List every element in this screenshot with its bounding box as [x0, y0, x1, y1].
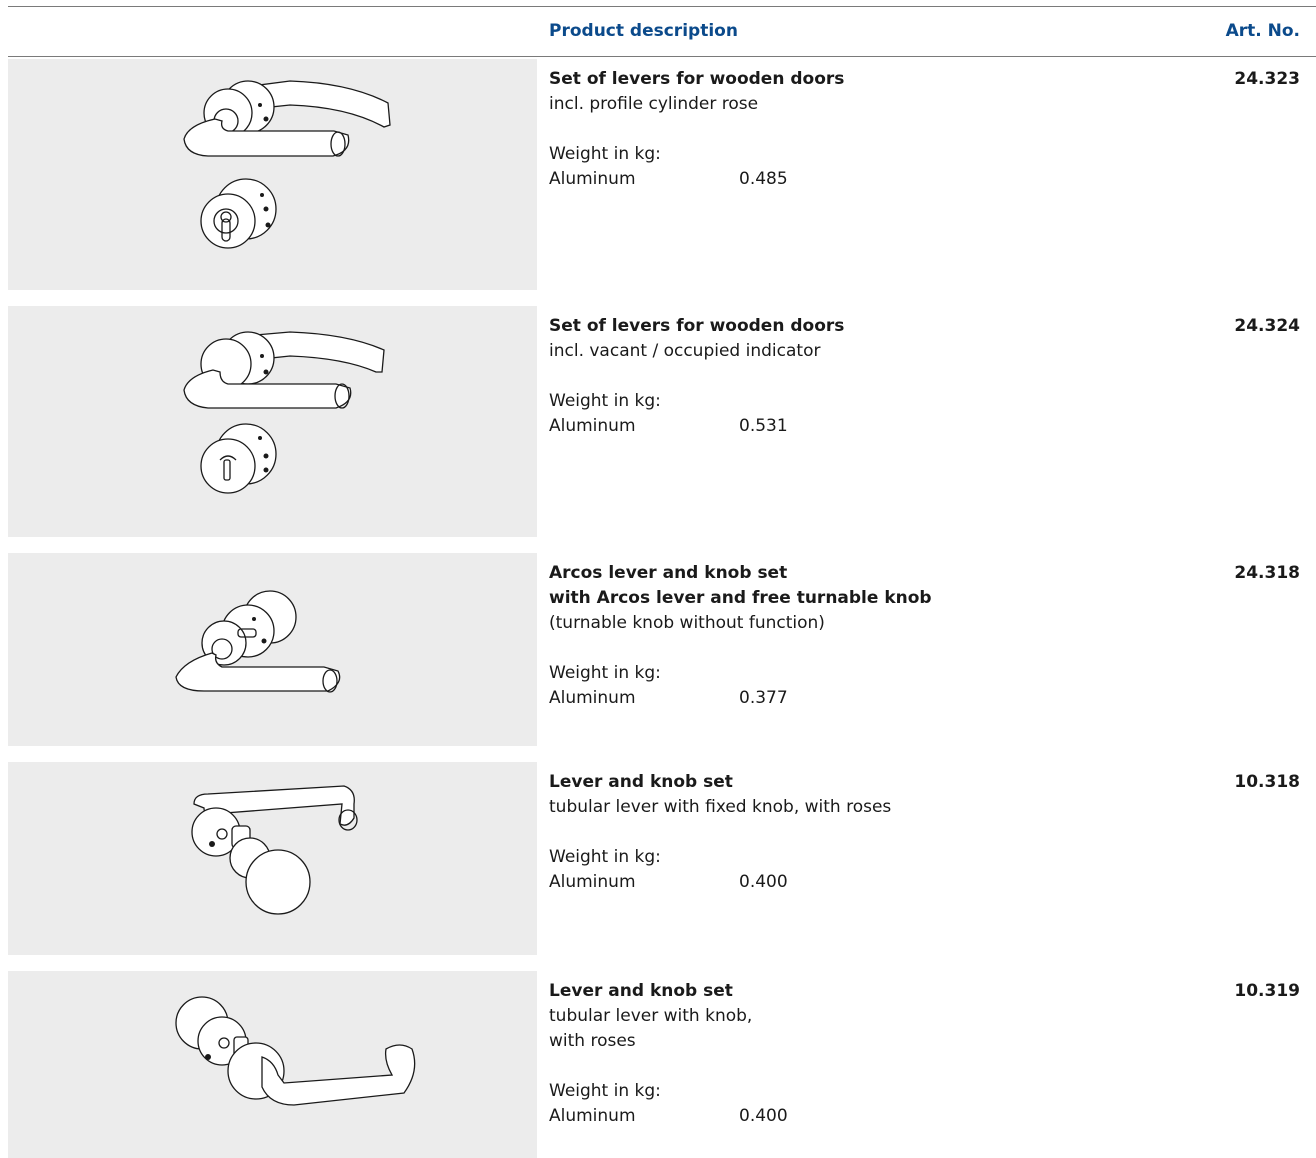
- product-description: Set of levers for wooden doors incl. vac…: [549, 314, 844, 439]
- product-subtitle: (turnable knob without function): [549, 613, 825, 633]
- lever-fixed-knob-illustration: [191, 785, 358, 915]
- weight-label: Weight in kg:: [549, 1081, 661, 1101]
- art-number: 10.318: [1234, 772, 1300, 792]
- product-image: [8, 59, 537, 290]
- art-number: 24.323: [1234, 69, 1300, 89]
- weight-label: Weight in kg:: [549, 391, 661, 411]
- art-number: 10.319: [1234, 981, 1300, 1001]
- product-subtitle: incl. profile cylinder rose: [549, 94, 759, 114]
- column-header-product-description: Product description: [549, 21, 738, 41]
- material: Aluminum: [549, 1106, 636, 1126]
- art-number: 24.318: [1234, 563, 1300, 583]
- weight-label: Weight in kg:: [549, 663, 661, 683]
- product-title: Lever and knob set: [549, 772, 733, 792]
- product-description: Arcos lever and knob set with Arcos leve…: [549, 561, 932, 711]
- product-title: Set of levers for wooden doors: [549, 69, 845, 89]
- material: Aluminum: [549, 169, 636, 189]
- arcos-lever-knob-illustration: [175, 590, 341, 693]
- top-rule: [8, 6, 1316, 7]
- product-description: Lever and knob set tubular lever with kn…: [549, 979, 788, 1129]
- product-title: Arcos lever and knob set: [549, 563, 788, 583]
- weight-row: Aluminum 0.377: [549, 686, 932, 711]
- product-image: [8, 971, 537, 1158]
- product-subtitle: incl. vacant / occupied indicator: [549, 341, 821, 361]
- weight-row: Aluminum 0.485: [549, 167, 844, 192]
- product-title: Set of levers for wooden doors: [549, 316, 845, 336]
- product-row: Set of levers for wooden doors incl. pro…: [0, 59, 1316, 290]
- product-subtitle: tubular lever with fixed knob, with rose…: [549, 797, 892, 817]
- weight-value: 0.485: [739, 169, 788, 189]
- lever-knob-illustration: [175, 996, 416, 1106]
- product-image: [8, 553, 537, 746]
- material: Aluminum: [549, 872, 636, 892]
- weight-value: 0.400: [739, 872, 788, 892]
- product-description: Set of levers for wooden doors incl. pro…: [549, 67, 844, 192]
- lever-set-indicator-illustration: [183, 331, 385, 494]
- product-row: Arcos lever and knob set with Arcos leve…: [0, 553, 1316, 746]
- lever-set-cylinder-rose-illustration: [183, 80, 391, 249]
- column-header-art-no: Art. No.: [1225, 21, 1300, 41]
- product-title-line2: with Arcos lever and free turnable knob: [549, 588, 932, 608]
- product-subtitle-line2: with roses: [549, 1031, 636, 1051]
- weight-value: 0.377: [739, 688, 788, 708]
- weight-row: Aluminum 0.400: [549, 870, 891, 895]
- material: Aluminum: [549, 416, 636, 436]
- weight-label: Weight in kg:: [549, 144, 661, 164]
- header-rule: [8, 56, 1316, 57]
- art-number: 24.324: [1234, 316, 1300, 336]
- product-subtitle: tubular lever with knob,: [549, 1006, 753, 1026]
- product-row: Lever and knob set tubular lever with fi…: [0, 762, 1316, 955]
- product-image: [8, 306, 537, 537]
- product-row: Set of levers for wooden doors incl. vac…: [0, 306, 1316, 537]
- product-title: Lever and knob set: [549, 981, 733, 1001]
- weight-label: Weight in kg:: [549, 847, 661, 867]
- weight-row: Aluminum 0.531: [549, 414, 844, 439]
- weight-value: 0.400: [739, 1106, 788, 1126]
- material: Aluminum: [549, 688, 636, 708]
- weight-row: Aluminum 0.400: [549, 1104, 788, 1129]
- product-description: Lever and knob set tubular lever with fi…: [549, 770, 891, 895]
- weight-value: 0.531: [739, 416, 788, 436]
- product-row: Lever and knob set tubular lever with kn…: [0, 971, 1316, 1158]
- product-image: [8, 762, 537, 955]
